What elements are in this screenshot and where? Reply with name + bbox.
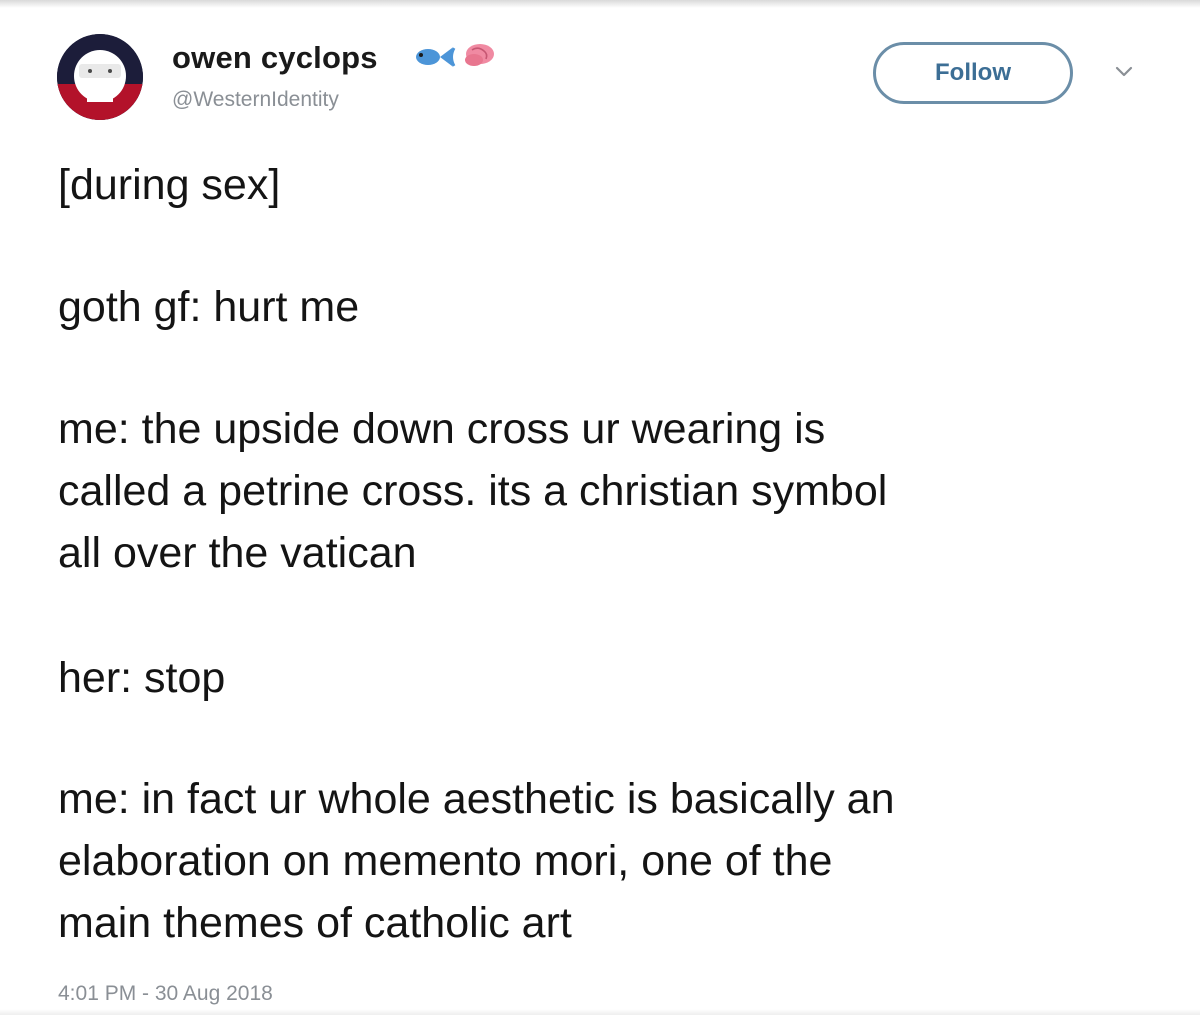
chevron-down-icon[interactable] xyxy=(1112,62,1136,82)
author-handle[interactable]: @WesternIdentity xyxy=(172,88,339,112)
tweet-text-line: all over the vatican xyxy=(58,529,417,577)
tweet-text-line: me: in fact ur whole aesthetic is basica… xyxy=(58,775,895,823)
tweet-timestamp[interactable]: 4:01 PM - 30 Aug 2018 xyxy=(58,982,273,1006)
name-emoji xyxy=(408,38,508,76)
tweet-text-line: main themes of catholic art xyxy=(58,899,572,947)
tweet-card: owen cyclops @WesternIdentity Follow [du… xyxy=(0,0,1200,1015)
follow-button[interactable]: Follow xyxy=(873,42,1073,104)
tweet-text-line: elaboration on memento mori, one of the xyxy=(58,837,833,885)
brain-icon xyxy=(465,44,494,66)
fish-icon xyxy=(416,47,456,67)
bottom-edge-shadow xyxy=(0,1009,1200,1015)
tweet-text-line: [during sex] xyxy=(58,161,281,209)
tweet-text-line: goth gf: hurt me xyxy=(58,283,360,331)
author-display-name[interactable]: owen cyclops xyxy=(172,40,378,76)
tweet-text-line: her: stop xyxy=(58,654,226,702)
avatar[interactable] xyxy=(57,34,143,120)
tweet-text-line: called a petrine cross. its a christian … xyxy=(58,467,888,515)
top-edge-shadow xyxy=(0,0,1200,8)
tweet-text-line: me: the upside down cross ur wearing is xyxy=(58,405,826,453)
